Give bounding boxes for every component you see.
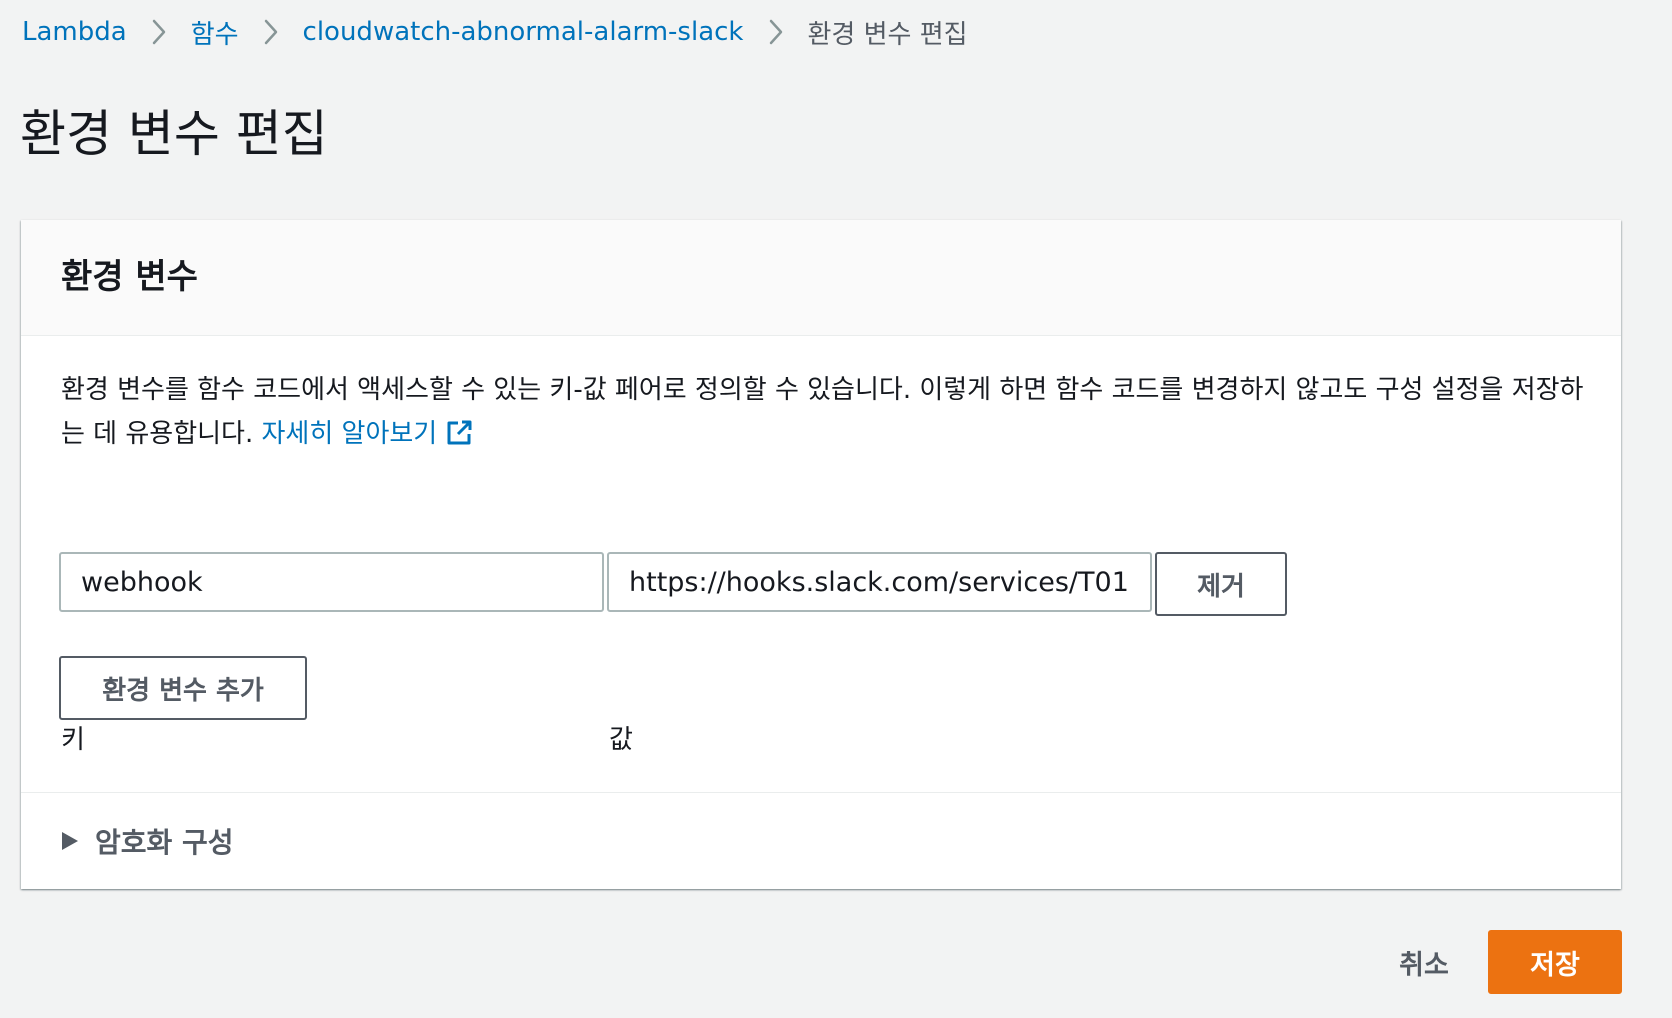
- key-label: 키: [61, 725, 85, 755]
- remove-button[interactable]: 제거: [1155, 552, 1287, 616]
- panel-header: 환경 변수: [21, 220, 1621, 336]
- panel-description: 환경 변수를 함수 코드에서 액세스할 수 있는 키-값 페어로 정의할 수 있…: [61, 368, 1591, 461]
- value-input[interactable]: [607, 552, 1152, 612]
- divider: [21, 792, 1621, 793]
- caret-right-icon[interactable]: [61, 831, 79, 851]
- chevron-right-icon: [744, 12, 808, 52]
- breadcrumb: Lambda 함수 cloudwatch-abnormal-alarm-slac…: [22, 12, 968, 52]
- learn-more-link[interactable]: 자세히 알아보기: [262, 419, 474, 449]
- encryption-config-expander[interactable]: 암호화 구성: [61, 818, 234, 864]
- add-environment-variable-button[interactable]: 환경 변수 추가: [59, 656, 307, 720]
- chevron-right-icon: [239, 12, 303, 52]
- learn-more-label[interactable]: 자세히 알아보기: [262, 419, 438, 449]
- environment-variables-panel: 환경 변수 환경 변수를 함수 코드에서 액세스할 수 있는 키-값 페어로 정…: [21, 220, 1621, 889]
- external-link-icon[interactable]: [445, 417, 473, 461]
- save-button[interactable]: 저장: [1488, 930, 1622, 994]
- breadcrumb-functions[interactable]: 함수: [191, 14, 239, 51]
- chevron-right-icon: [127, 12, 191, 52]
- page-title: 환경 변수 편집: [20, 105, 328, 163]
- panel-title: 환경 변수: [61, 257, 198, 297]
- value-label: 값: [609, 725, 633, 755]
- breadcrumb-function-name[interactable]: cloudwatch-abnormal-alarm-slack: [303, 17, 744, 47]
- cancel-button[interactable]: 취소: [1374, 934, 1474, 990]
- breadcrumb-current: 환경 변수 편집: [807, 19, 968, 50]
- breadcrumb-lambda[interactable]: Lambda: [22, 17, 127, 47]
- encryption-config-label[interactable]: 암호화 구성: [95, 821, 234, 861]
- key-input[interactable]: [59, 552, 604, 612]
